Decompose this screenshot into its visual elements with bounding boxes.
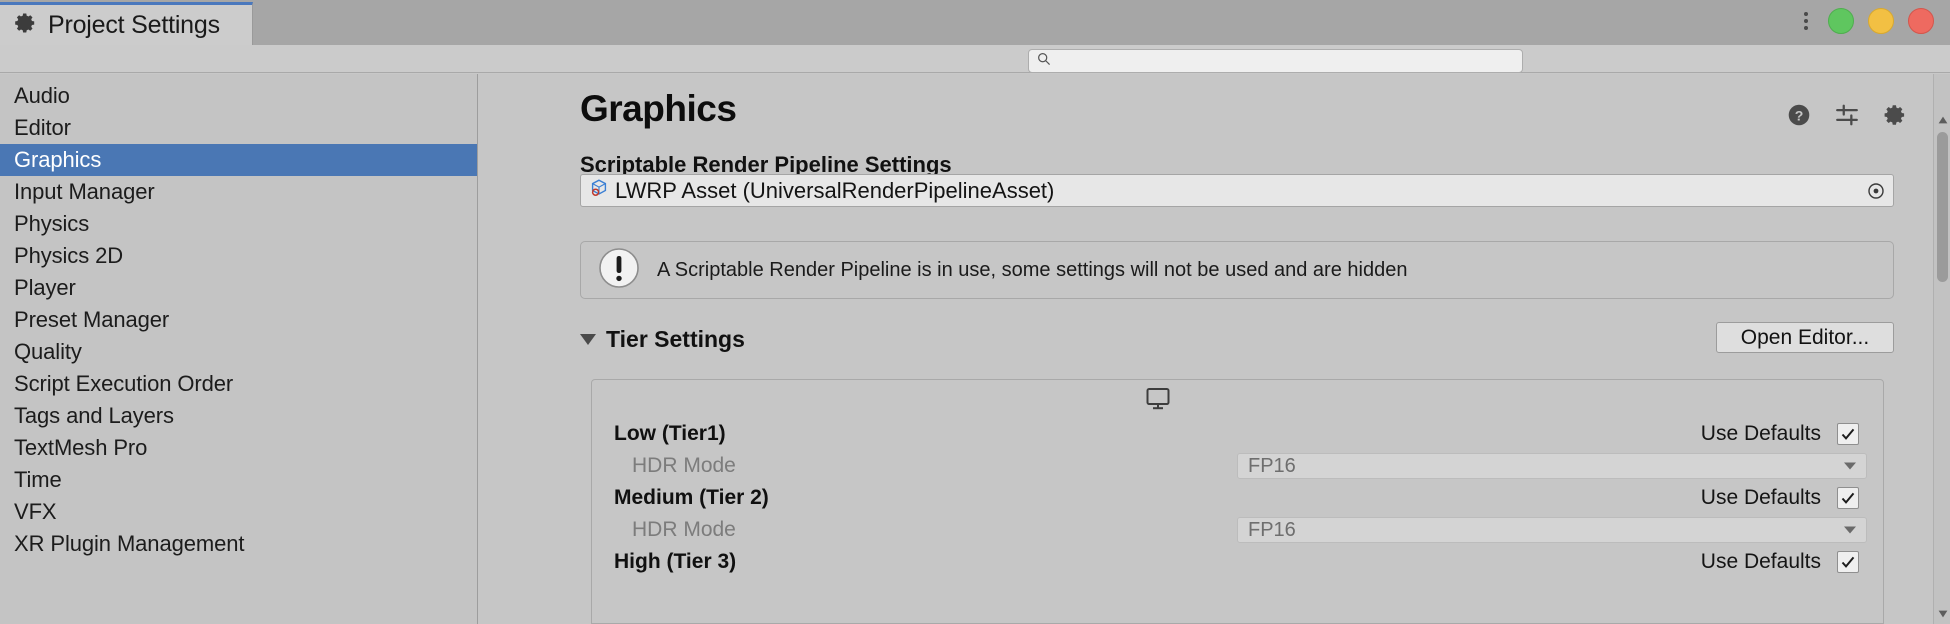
sidebar-item-quality[interactable]: Quality bbox=[0, 336, 477, 368]
tier-settings-panel: Low (Tier1) Use Defaults HDR Mode FP16 M… bbox=[591, 379, 1884, 624]
sidebar-item-label: Input Manager bbox=[14, 179, 155, 204]
sidebar-item-textmesh-pro[interactable]: TextMesh Pro bbox=[0, 432, 477, 464]
srp-warning-box: A Scriptable Render Pipeline is in use, … bbox=[580, 241, 1894, 299]
sidebar-item-graphics[interactable]: Graphics bbox=[0, 144, 477, 176]
sidebar-item-label: Time bbox=[14, 467, 62, 492]
gear-icon bbox=[14, 11, 38, 40]
object-picker-icon[interactable] bbox=[1867, 182, 1885, 200]
maximize-button[interactable] bbox=[1828, 8, 1854, 34]
settings-content: Graphics ? Scriptable Render Pipeline Se… bbox=[478, 74, 1950, 624]
content-scrollbar[interactable] bbox=[1933, 74, 1950, 624]
table-row: High (Tier 3) Use Defaults bbox=[592, 546, 1883, 578]
use-defaults-checkbox-high[interactable] bbox=[1837, 551, 1859, 573]
sidebar-item-label: Preset Manager bbox=[14, 307, 170, 332]
settings-sidebar[interactable]: Audio Editor Graphics Input Manager Phys… bbox=[0, 74, 478, 624]
tab-label: Project Settings bbox=[48, 10, 220, 39]
sidebar-item-time[interactable]: Time bbox=[0, 464, 477, 496]
tier-name-medium: Medium (Tier 2) bbox=[614, 486, 769, 509]
open-editor-button[interactable]: Open Editor... bbox=[1716, 322, 1894, 353]
sidebar-item-physics[interactable]: Physics bbox=[0, 208, 477, 240]
srp-warning-text: A Scriptable Render Pipeline is in use, … bbox=[657, 258, 1408, 281]
platform-icon-row bbox=[592, 380, 1883, 418]
use-defaults-checkbox-low[interactable] bbox=[1837, 423, 1859, 445]
table-row: HDR Mode FP16 bbox=[592, 514, 1883, 546]
sidebar-item-label: Player bbox=[14, 275, 76, 300]
sidebar-item-physics-2d[interactable]: Physics 2D bbox=[0, 240, 477, 272]
sidebar-item-audio[interactable]: Audio bbox=[0, 80, 477, 112]
use-defaults-label: Use Defaults bbox=[1700, 422, 1821, 445]
tier-name-high: High (Tier 3) bbox=[614, 550, 737, 573]
table-row: HDR Mode FP16 bbox=[592, 450, 1883, 482]
table-row: Low (Tier1) Use Defaults bbox=[592, 418, 1883, 450]
sidebar-item-label: Tags and Layers bbox=[14, 403, 174, 428]
search-input[interactable] bbox=[1057, 53, 1497, 69]
use-defaults-checkbox-medium[interactable] bbox=[1837, 487, 1859, 509]
close-button[interactable] bbox=[1908, 8, 1934, 34]
title-bar: Project Settings bbox=[0, 0, 1950, 45]
search-box[interactable] bbox=[1028, 49, 1523, 73]
sidebar-item-xr-plugin-management[interactable]: XR Plugin Management bbox=[0, 528, 477, 560]
hdr-mode-label-low: HDR Mode bbox=[632, 454, 736, 477]
sidebar-item-label: TextMesh Pro bbox=[14, 435, 148, 460]
sidebar-item-editor[interactable]: Editor bbox=[0, 112, 477, 144]
chevron-down-icon[interactable] bbox=[580, 334, 596, 345]
use-defaults-label: Use Defaults bbox=[1700, 550, 1821, 573]
help-icon[interactable]: ? bbox=[1786, 102, 1812, 128]
sidebar-item-label: Physics bbox=[14, 211, 90, 236]
window-body: Audio Editor Graphics Input Manager Phys… bbox=[0, 74, 1950, 624]
minimize-button[interactable] bbox=[1868, 8, 1894, 34]
scroll-down-arrow-icon[interactable] bbox=[1934, 606, 1950, 622]
srp-asset-field[interactable]: LWRP Asset (UniversalRenderPipelineAsset… bbox=[580, 174, 1894, 207]
tier-settings-foldout: Tier Settings Open Editor... bbox=[580, 322, 1894, 366]
preset-sliders-icon[interactable] bbox=[1834, 102, 1860, 128]
sidebar-item-vfx[interactable]: VFX bbox=[0, 496, 477, 528]
hdr-mode-dropdown-medium[interactable]: FP16 bbox=[1237, 517, 1867, 543]
sidebar-item-script-execution-order[interactable]: Script Execution Order bbox=[0, 368, 477, 400]
scroll-up-arrow-icon[interactable] bbox=[1934, 112, 1950, 128]
tier-settings-label: Tier Settings bbox=[606, 326, 745, 352]
project-settings-window: Project Settings Audio Editor Graphics I… bbox=[0, 0, 1950, 624]
tier-settings-foldout-header[interactable]: Tier Settings bbox=[580, 326, 1894, 353]
chevron-down-icon bbox=[1844, 526, 1856, 534]
sidebar-item-label: VFX bbox=[14, 499, 57, 524]
sidebar-item-label: Physics 2D bbox=[14, 243, 124, 268]
hdr-mode-value-medium: FP16 bbox=[1248, 518, 1296, 541]
scrollbar-thumb[interactable] bbox=[1937, 132, 1948, 282]
sidebar-item-label: Editor bbox=[14, 115, 71, 140]
use-defaults-label: Use Defaults bbox=[1700, 486, 1821, 509]
page-title: Graphics bbox=[580, 88, 737, 129]
sidebar-item-input-manager[interactable]: Input Manager bbox=[0, 176, 477, 208]
kebab-menu-icon[interactable] bbox=[1798, 8, 1814, 34]
hdr-mode-label-medium: HDR Mode bbox=[632, 518, 736, 541]
sidebar-item-preset-manager[interactable]: Preset Manager bbox=[0, 304, 477, 336]
sidebar-item-tags-and-layers[interactable]: Tags and Layers bbox=[0, 400, 477, 432]
search-icon bbox=[1037, 52, 1051, 71]
hdr-mode-dropdown-low[interactable]: FP16 bbox=[1237, 453, 1867, 479]
settings-gear-icon[interactable] bbox=[1882, 102, 1908, 128]
svg-text:?: ? bbox=[1795, 107, 1804, 123]
hdr-mode-value-low: FP16 bbox=[1248, 454, 1296, 477]
chevron-down-icon bbox=[1844, 462, 1856, 470]
desktop-monitor-icon[interactable] bbox=[1145, 387, 1171, 416]
content-header-icons: ? bbox=[1786, 102, 1908, 128]
sidebar-item-label: Audio bbox=[14, 83, 70, 108]
warning-exclamation-icon bbox=[597, 246, 641, 295]
table-row: Medium (Tier 2) Use Defaults bbox=[592, 482, 1883, 514]
sidebar-item-label: Script Execution Order bbox=[14, 371, 234, 396]
scriptable-object-asset-icon bbox=[589, 178, 609, 203]
sidebar-item-label: Graphics bbox=[14, 147, 102, 172]
sidebar-item-label: Quality bbox=[14, 339, 82, 364]
tier-name-low: Low (Tier1) bbox=[614, 422, 726, 445]
window-controls bbox=[1798, 8, 1934, 34]
srp-asset-value: LWRP Asset (UniversalRenderPipelineAsset… bbox=[615, 177, 1055, 203]
search-bar-row bbox=[0, 45, 1950, 73]
sidebar-item-label: XR Plugin Management bbox=[14, 531, 245, 556]
sidebar-item-player[interactable]: Player bbox=[0, 272, 477, 304]
tab-project-settings[interactable]: Project Settings bbox=[0, 2, 253, 45]
